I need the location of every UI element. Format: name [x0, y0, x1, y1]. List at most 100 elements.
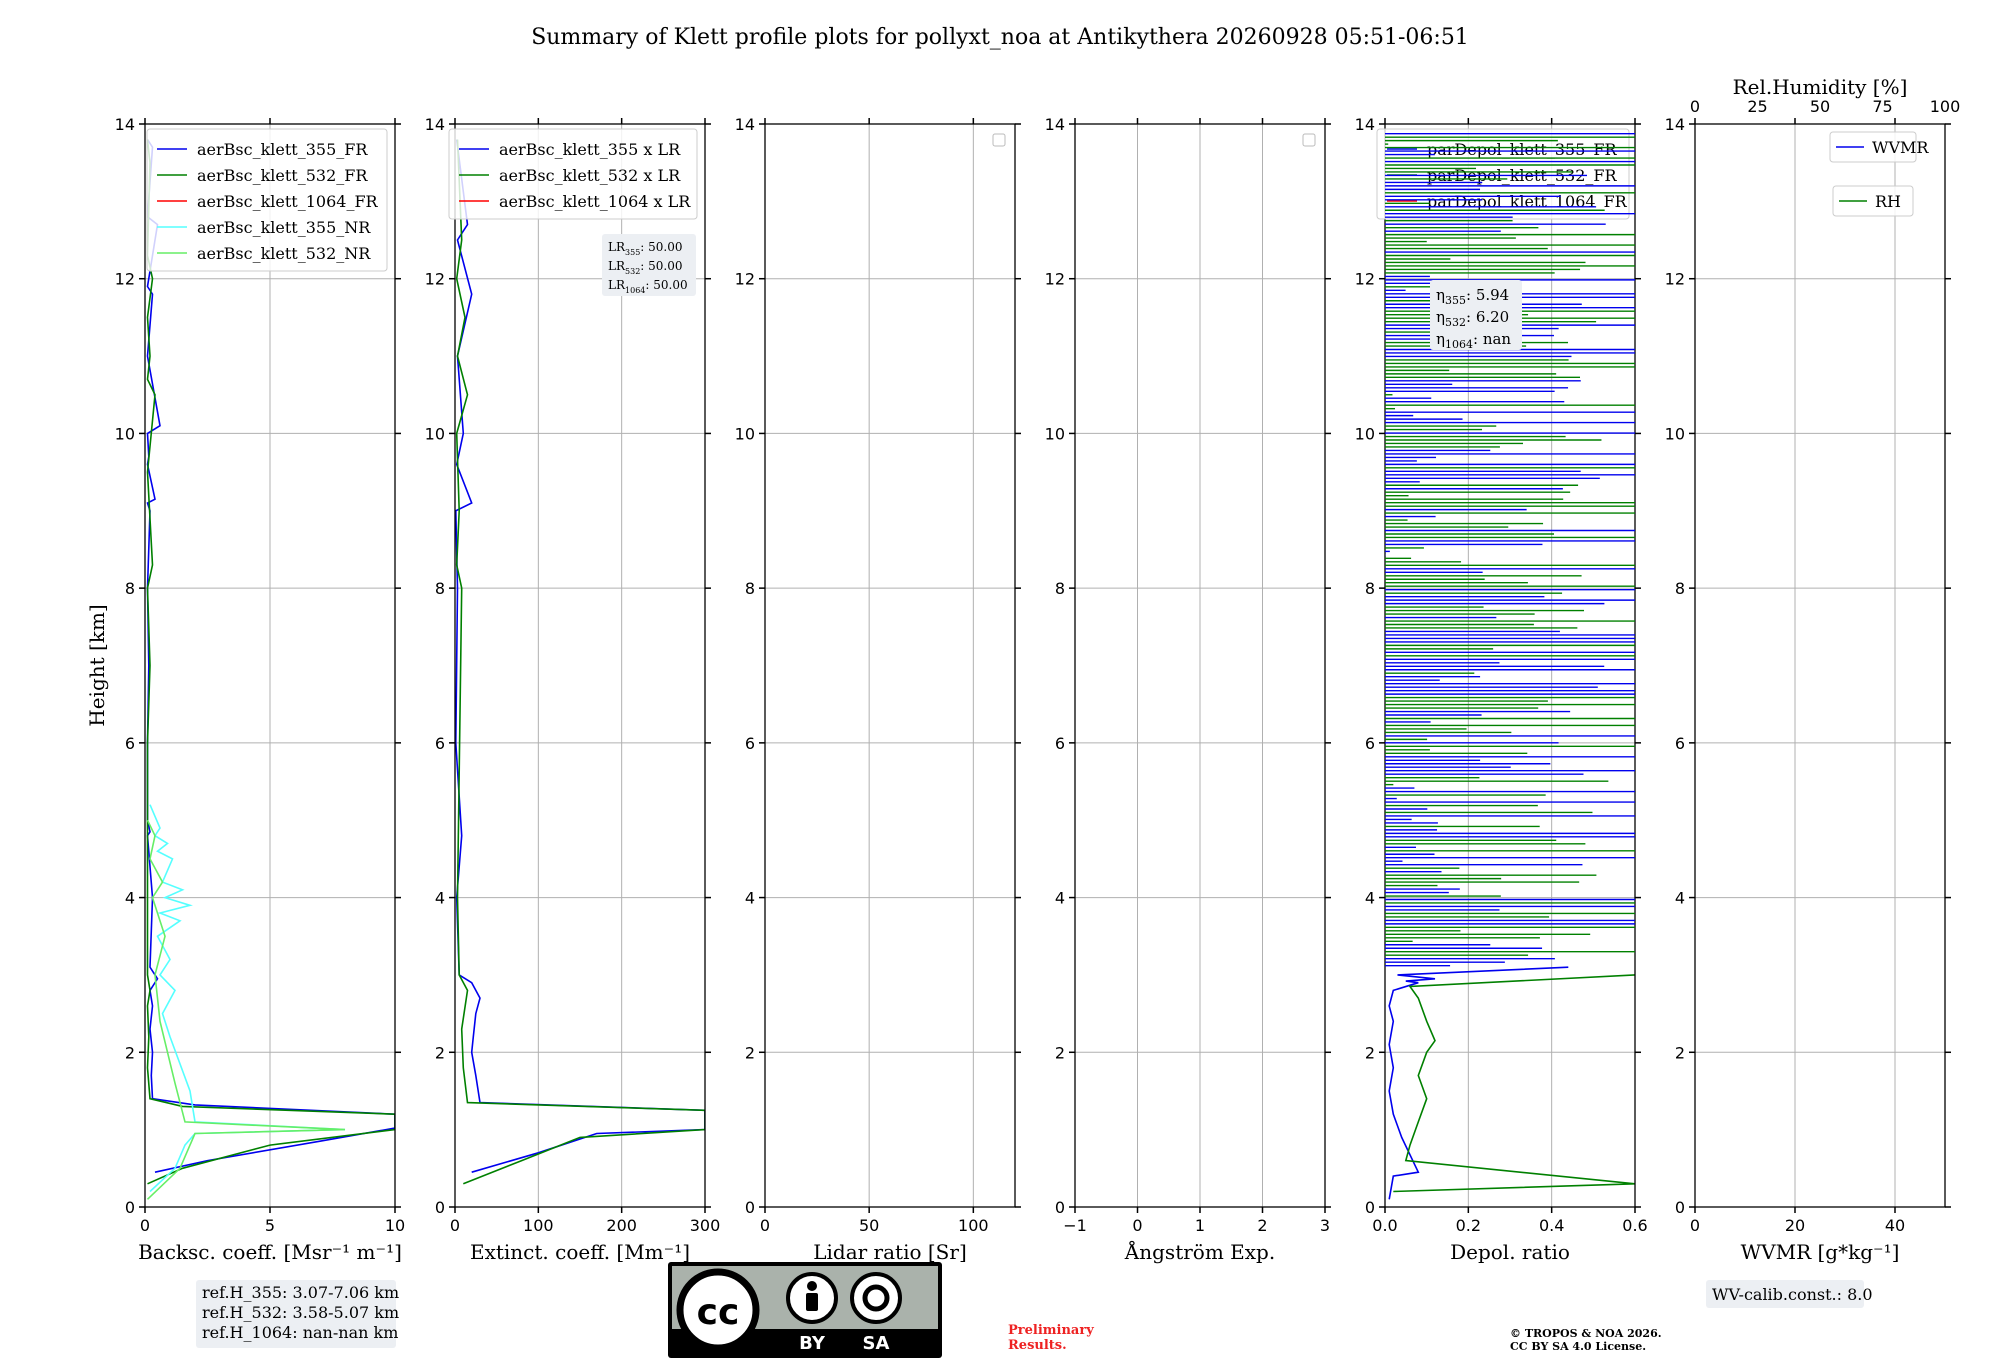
xtick-label: 0 [140, 1216, 150, 1235]
xaxis-label: Extinct. coeff. [Mm⁻¹] [470, 1240, 690, 1264]
ytick-label: 8 [745, 579, 755, 598]
subscript: 532 [625, 267, 640, 276]
ytick-label: 10 [115, 424, 135, 443]
ytick-label: 14 [425, 115, 445, 134]
ytick-label: 12 [115, 270, 135, 289]
copyright-text: CC BY SA 4.0 License. [1510, 1340, 1646, 1353]
empty-legend-box [992, 133, 1006, 147]
ytick-label: 6 [1365, 734, 1375, 753]
subscript: 1064 [1445, 338, 1473, 351]
x2axis-label: Rel.Humidity [%] [1733, 75, 1908, 99]
xtick-label: 2 [1257, 1216, 1267, 1235]
ytick-label: 12 [1045, 270, 1065, 289]
panel-1: 0 2 4 6 8 10 12 14 0 5 10 Backsc. coeff. [Msr⁻¹ m⁻¹… [85, 115, 405, 1264]
legend-entry: aerBsc_klett_532_NR [197, 244, 371, 263]
ytick-label: 0 [1675, 1198, 1685, 1217]
series-line-4 [149, 804, 346, 1193]
xaxis-label: Lidar ratio [Sr] [813, 1240, 967, 1264]
overlays: LR355: 50.00LR532: 50.00LR1064: 50.00η35… [196, 234, 1873, 1358]
value: : 5.94 [1466, 286, 1509, 304]
xtick-label: 0 [450, 1216, 460, 1235]
ytick-label: 6 [1675, 734, 1685, 753]
legend-entry: parDepol_klett_1064_FR [1427, 192, 1628, 211]
ytick-label: 2 [1675, 1043, 1685, 1062]
ytick-label: 4 [745, 889, 755, 908]
refh-line: ref.H_532: 3.58-5.07 km [202, 1303, 399, 1322]
xtick-label: 0.0 [1372, 1216, 1397, 1235]
legend-entry: aerBsc_klett_355_FR [197, 140, 368, 159]
xaxis-label: Depol. ratio [1450, 1240, 1570, 1264]
value: : 50.00 [645, 278, 687, 292]
xtick-label: 200 [606, 1216, 637, 1235]
ytick-label: 12 [1355, 270, 1375, 289]
lr-box: LR355: 50.00LR532: 50.00LR1064: 50.00 [602, 234, 696, 296]
sa-label: SA [863, 1333, 890, 1354]
ytick-label: 4 [1055, 889, 1065, 908]
xtick-label: 10 [385, 1216, 405, 1235]
ytick-label: 10 [1355, 424, 1375, 443]
xtick-label: 1 [1195, 1216, 1205, 1235]
ytick-label: 10 [425, 424, 445, 443]
xtick-label: 100 [523, 1216, 554, 1235]
legend-entry: WVMR [1872, 138, 1929, 157]
ytick-label: 10 [1665, 424, 1685, 443]
axes-frame [764, 123, 1016, 1208]
series-line-2 [455, 139, 705, 1185]
legend-entry: RH [1875, 192, 1901, 211]
ytick-label: 8 [1365, 579, 1375, 598]
refh-box: ref.H_355: 3.07-7.06 kmref.H_532: 3.58-5… [196, 1280, 399, 1348]
series-line-2 [1393, 974, 1635, 1193]
xtick-label: 0.4 [1539, 1216, 1564, 1235]
ytick-label: 2 [435, 1043, 445, 1062]
figure-canvas: Summary of Klett profile plots for polly… [85, 25, 1960, 1358]
value: : 50.00 [640, 240, 682, 254]
ytick-label: 0 [745, 1198, 755, 1217]
xtick-label: 20 [1785, 1216, 1805, 1235]
ytick-label: 12 [735, 270, 755, 289]
cc-license-badge: cc BY SA [668, 1262, 942, 1358]
ytick-label: 4 [435, 889, 445, 908]
ytick-label: 6 [745, 734, 755, 753]
ytick-label: 0 [125, 1198, 135, 1217]
depol-noise-band [1385, 132, 1635, 967]
base: LR [608, 259, 626, 273]
ytick-label: 14 [1355, 115, 1375, 134]
by-person-body [806, 1293, 818, 1311]
ytick-label: 12 [1665, 270, 1685, 289]
axes-frame [1694, 123, 1946, 1208]
ytick-label: 8 [1675, 579, 1685, 598]
by-person-head [807, 1281, 817, 1291]
copyright-text: © TROPOS & NOA 2026. [1510, 1327, 1662, 1340]
legend-entry: aerBsc_klett_532_FR [197, 166, 368, 185]
ytick-label: 14 [115, 115, 135, 134]
x2tick-label: 50 [1810, 97, 1830, 116]
ytick-label: 4 [1675, 889, 1685, 908]
xtick-label: 100 [958, 1216, 989, 1235]
eta-box: η355: 5.94η532: 6.20η1064: nan [1430, 280, 1522, 351]
legend-entry: aerBsc_klett_355_NR [197, 218, 371, 237]
empty-legend-box [1302, 133, 1316, 147]
panel-3: 0 2 4 6 8 10 12 14 0 50 100 Lidar ratio [Sr] [735, 115, 1021, 1264]
subscript: 355 [1445, 294, 1466, 307]
legend-entry: aerBsc_klett_1064 x LR [499, 192, 691, 211]
series-line-1 [1388, 966, 1569, 1200]
panels: 024681012140 5 10Backsc. coeff. [Msr⁻¹ m⁻¹… [85, 75, 1960, 1264]
base: LR [608, 240, 626, 254]
xtick-label: −1 [1063, 1216, 1087, 1235]
ytick-label: 4 [125, 889, 135, 908]
xtick-label: 0.2 [1456, 1216, 1481, 1235]
ytick-label: 4 [1365, 889, 1375, 908]
ytick-label: 8 [1055, 579, 1065, 598]
subscript: 532 [1445, 316, 1466, 329]
ytick-label: 14 [1045, 115, 1065, 134]
xtick-label: 300 [690, 1216, 721, 1235]
ytick-label: 8 [125, 579, 135, 598]
value: : nan [1473, 330, 1511, 348]
base: η [1436, 330, 1445, 348]
base: η [1436, 286, 1445, 304]
ytick-label: 12 [425, 270, 445, 289]
ytick-label: 6 [1055, 734, 1065, 753]
series-line-2 [146, 139, 395, 1185]
value: : 6.20 [1466, 308, 1509, 326]
ytick-label: 0 [435, 1198, 445, 1217]
